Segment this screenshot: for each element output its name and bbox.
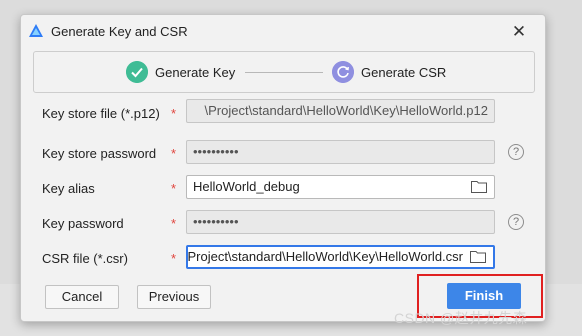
folder-icon[interactable] bbox=[470, 250, 486, 263]
key-store-password-field: •••••••••• bbox=[186, 140, 495, 164]
required-mark: * bbox=[171, 251, 177, 266]
check-icon bbox=[126, 61, 148, 83]
key-password-field: •••••••••• bbox=[186, 210, 495, 234]
help-icon[interactable]: ? bbox=[508, 214, 524, 230]
step-generate-csr-label: Generate CSR bbox=[361, 65, 447, 80]
key-password-label: Key password bbox=[42, 216, 124, 231]
key-alias-input[interactable]: HelloWorld_debug bbox=[186, 175, 495, 199]
csr-file-label: CSR file (*.csr) bbox=[42, 251, 128, 266]
progress-icon bbox=[332, 61, 354, 83]
cancel-button[interactable]: Cancel bbox=[45, 285, 119, 309]
key-store-file-value: \Project\standard\HelloWorld\Key\HelloWo… bbox=[204, 103, 489, 118]
dialog-titlebar: Generate Key and CSR ✕ bbox=[21, 15, 545, 49]
csr-file-value: \Project\standard\HelloWorld\Key\HelloWo… bbox=[186, 249, 463, 264]
folder-icon[interactable] bbox=[471, 180, 487, 193]
previous-button[interactable]: Previous bbox=[137, 285, 211, 309]
required-mark: * bbox=[171, 216, 177, 231]
key-store-file-label: Key store file (*.p12) bbox=[42, 106, 160, 121]
key-alias-label: Key alias bbox=[42, 181, 95, 196]
key-store-file-field: \Project\standard\HelloWorld\Key\HelloWo… bbox=[186, 99, 495, 123]
step-indicator: Generate Key Generate CSR bbox=[33, 51, 535, 93]
close-icon[interactable]: ✕ bbox=[507, 20, 531, 44]
key-store-password-label: Key store password bbox=[42, 146, 157, 161]
dialog-title: Generate Key and CSR bbox=[51, 24, 188, 39]
key-alias-value: HelloWorld_debug bbox=[193, 179, 300, 194]
step-connector bbox=[245, 72, 323, 73]
help-icon[interactable]: ? bbox=[508, 144, 524, 160]
app-logo-icon bbox=[29, 24, 43, 37]
required-mark: * bbox=[171, 181, 177, 196]
required-mark: * bbox=[171, 106, 177, 121]
key-password-value: •••••••••• bbox=[193, 214, 239, 229]
step-generate-key-label: Generate Key bbox=[155, 65, 236, 80]
required-mark: * bbox=[171, 146, 177, 161]
watermark-text: CSDN @赵井九先森 bbox=[394, 310, 528, 326]
csr-file-input[interactable]: \Project\standard\HelloWorld\Key\HelloWo… bbox=[186, 245, 495, 269]
key-store-password-value: •••••••••• bbox=[193, 144, 239, 159]
